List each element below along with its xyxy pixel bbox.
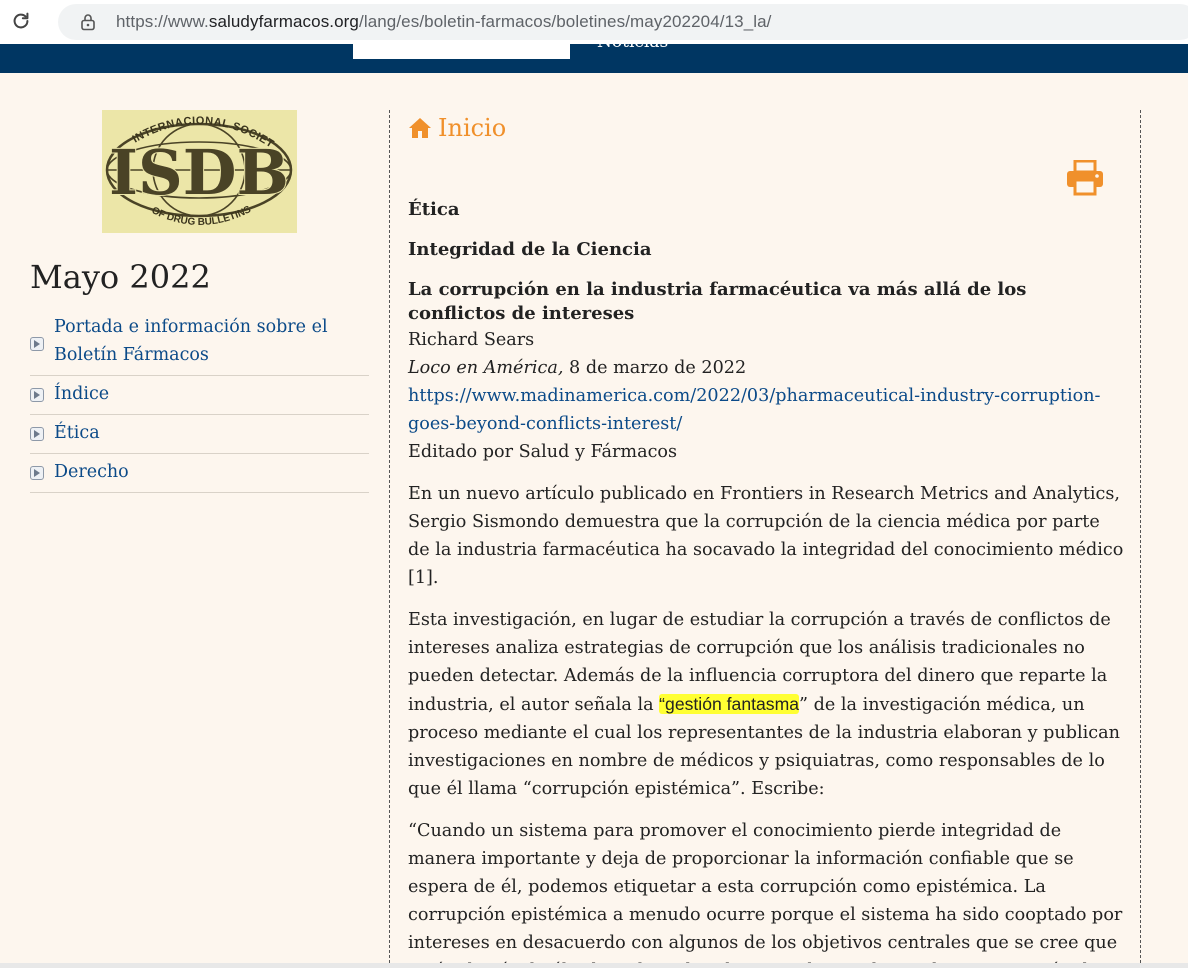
isdb-logo[interactable]: INTERNACIONAL SOCIETY OF DRUG BULLETINS … bbox=[98, 101, 297, 233]
sidebar-item-label[interactable]: Índice bbox=[54, 384, 109, 404]
subsection-heading: Integridad de la Ciencia bbox=[408, 239, 652, 260]
article-title: La corrupción en la industria farmacéuti… bbox=[408, 279, 1027, 324]
arrow-right-icon bbox=[30, 388, 44, 402]
paragraph-3: “Cuando un sistema para promover el cono… bbox=[408, 821, 1123, 968]
arrow-right-icon bbox=[30, 337, 44, 351]
edited-by: Editado por Salud y Fármacos bbox=[408, 442, 678, 462]
article-source: Loco en América, 8 de marzo de 2022 bbox=[408, 354, 1126, 382]
source-date: 8 de marzo de 2022 bbox=[563, 358, 747, 378]
sidebar-item-derecho[interactable]: Derecho bbox=[30, 454, 369, 493]
sidebar-menu: Portada e información sobre el Boletín F… bbox=[30, 313, 369, 493]
home-label: Inicio bbox=[438, 114, 507, 142]
arrow-right-icon bbox=[30, 466, 44, 480]
browser-toolbar: https://www.saludyfarmacos.org/lang/es/b… bbox=[0, 0, 1188, 44]
sidebar-item-label[interactable]: Portada e información sobre el Boletín F… bbox=[54, 317, 328, 365]
content-border-right bbox=[1140, 110, 1141, 968]
url-host: saludyfarmacos.org bbox=[208, 12, 359, 31]
source-link[interactable]: https://www.madinamerica.com/2022/03/pha… bbox=[408, 386, 1101, 434]
section-heading: Ética bbox=[408, 199, 460, 220]
paragraph-1: En un nuevo artículo publicado en Fronti… bbox=[408, 484, 1124, 588]
highlighted-text: “gestión fantasma bbox=[659, 694, 800, 714]
sidebar-item-indice[interactable]: Índice bbox=[30, 376, 369, 415]
lock-icon[interactable] bbox=[78, 12, 98, 32]
issue-title: Mayo 2022 bbox=[30, 258, 211, 296]
sidebar-item-label[interactable]: Derecho bbox=[54, 462, 129, 482]
reload-icon[interactable] bbox=[8, 8, 34, 34]
article-content: Ética Integridad de la Ciencia La corrup… bbox=[408, 196, 1126, 968]
home-icon bbox=[409, 118, 431, 138]
horizontal-scrollbar[interactable] bbox=[0, 963, 1188, 968]
sidebar-item-portada[interactable]: Portada e información sobre el Boletín F… bbox=[30, 313, 369, 376]
url-path: /lang/es/boletin-farmacos/boletines/may2… bbox=[359, 12, 772, 31]
site-header: Noticias bbox=[0, 44, 1188, 73]
article-author: Richard Sears bbox=[408, 330, 535, 350]
arrow-right-icon bbox=[30, 427, 44, 441]
print-icon[interactable] bbox=[1066, 159, 1104, 196]
content-border-left bbox=[389, 110, 390, 968]
sidebar-item-etica[interactable]: Ética bbox=[30, 415, 369, 454]
address-bar[interactable]: https://www.saludyfarmacos.org/lang/es/b… bbox=[58, 4, 1188, 40]
nav-item-noticias[interactable]: Noticias bbox=[597, 44, 668, 52]
sidebar-item-label[interactable]: Ética bbox=[54, 423, 100, 443]
svg-text:ISDB: ISDB bbox=[109, 136, 289, 209]
source-name: Loco en América, bbox=[408, 358, 564, 378]
home-link[interactable]: Inicio bbox=[408, 114, 506, 142]
nav-active-tab[interactable] bbox=[353, 44, 570, 59]
url-prefix: https://www. bbox=[116, 12, 209, 31]
url-text[interactable]: https://www.saludyfarmacos.org/lang/es/b… bbox=[116, 12, 772, 32]
paragraph-2: Esta investigación, en lugar de estudiar… bbox=[408, 606, 1126, 803]
